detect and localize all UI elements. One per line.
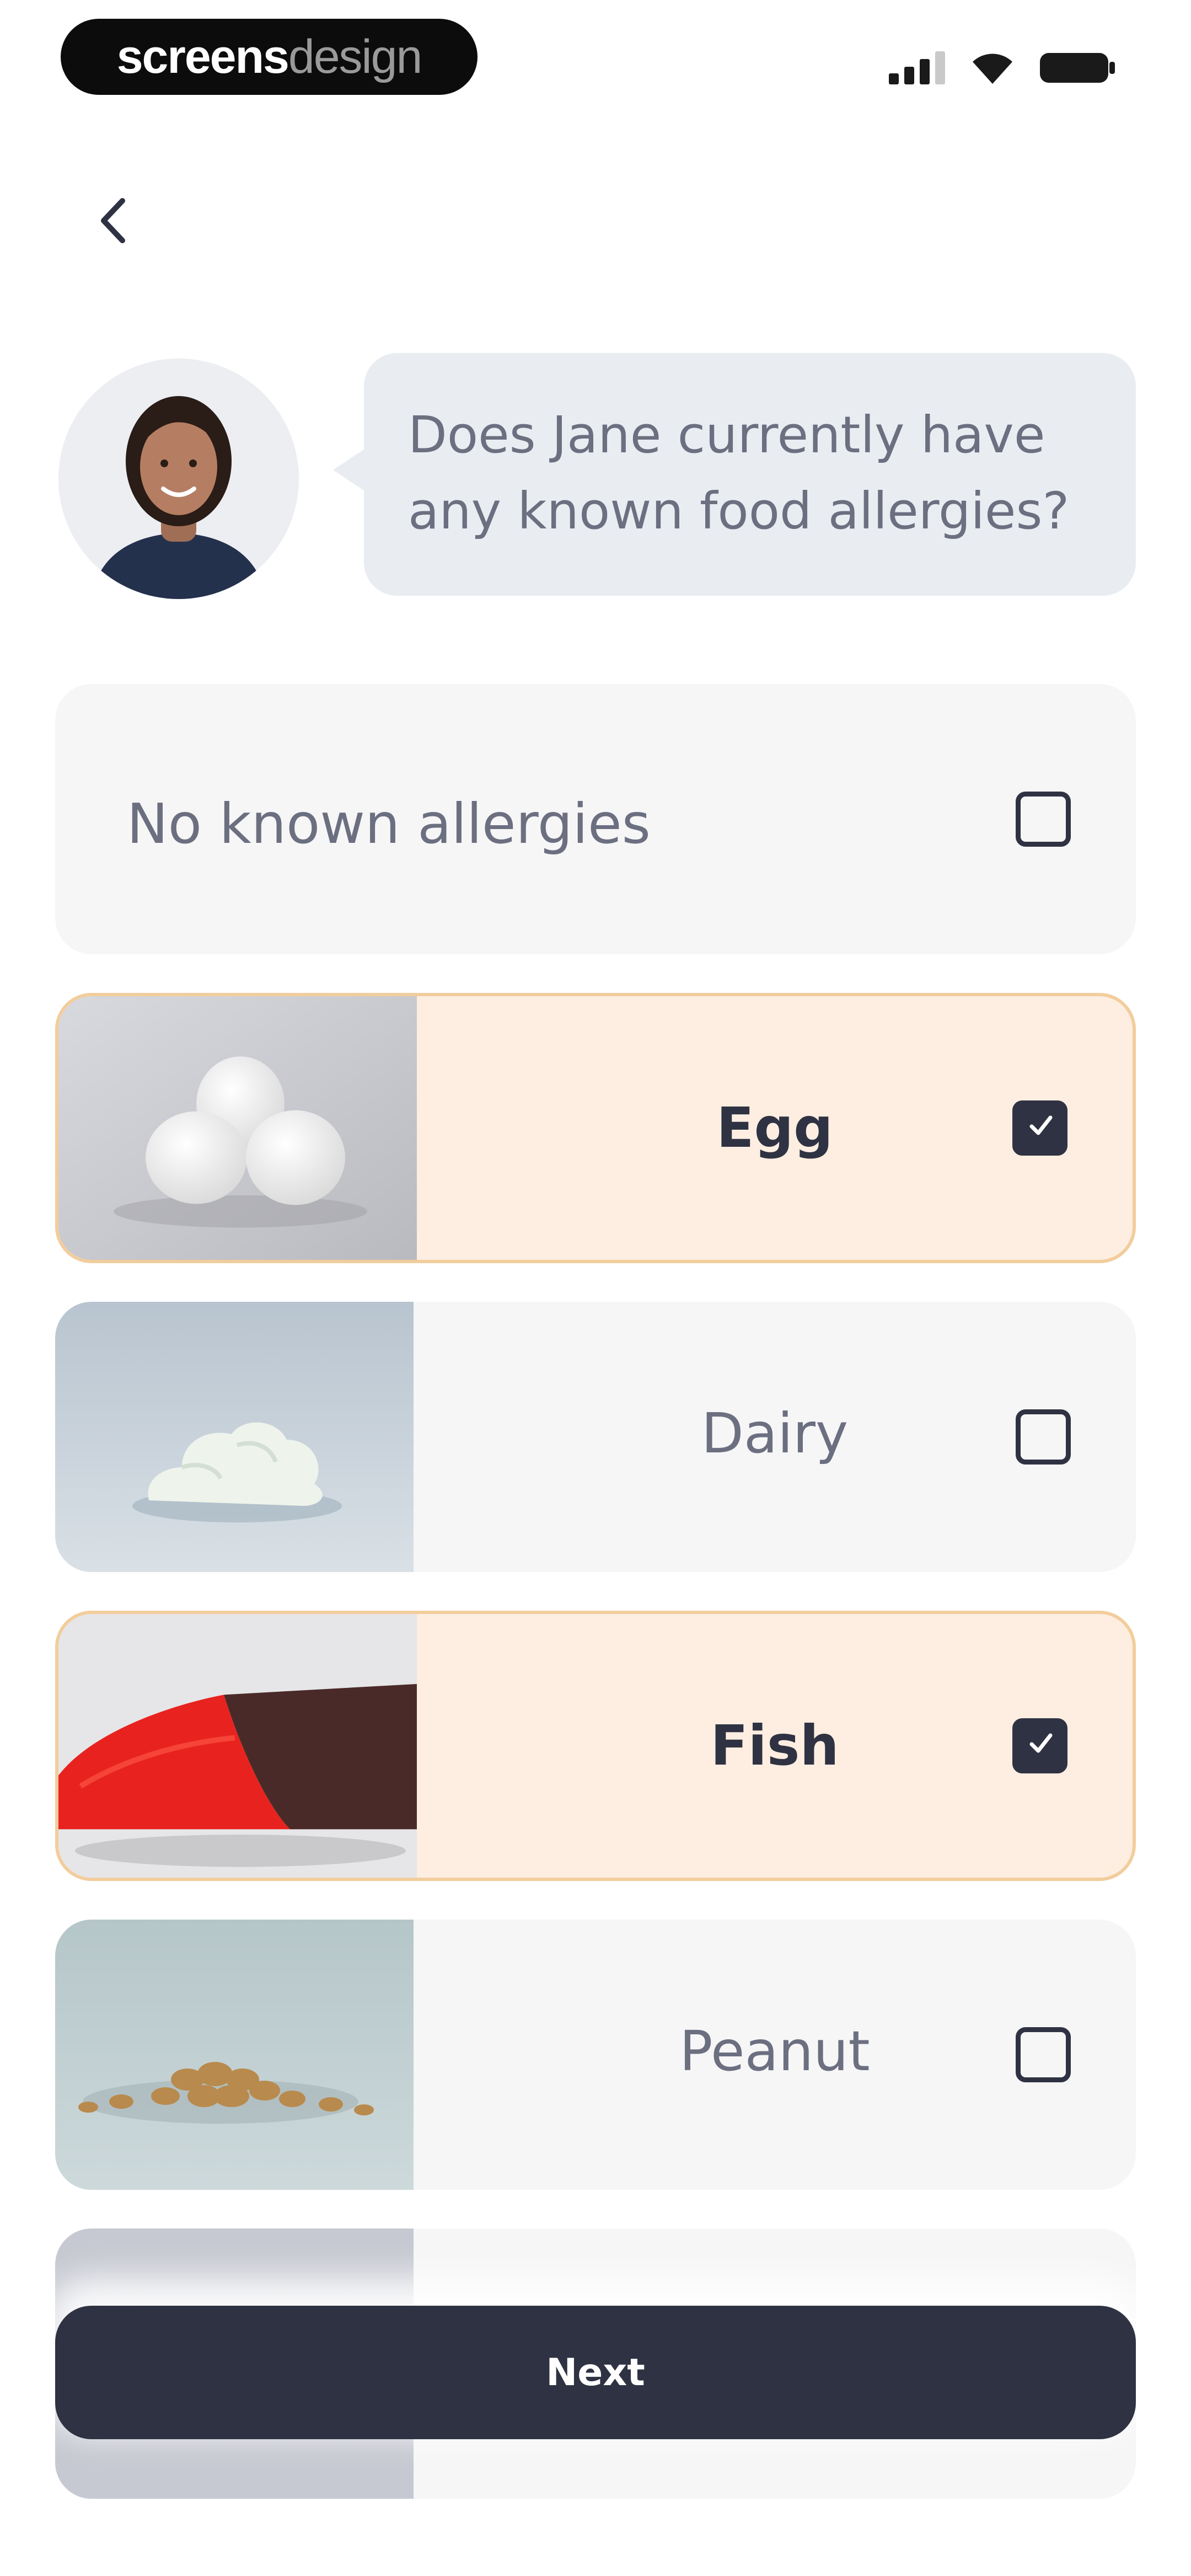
wifi-icon xyxy=(970,51,1015,87)
brand-logo: screens design xyxy=(61,19,478,95)
whipped-cream-photo xyxy=(55,1302,414,1572)
salmon-photo xyxy=(58,1614,417,1878)
question-bubble: Does Jane currently have any known food … xyxy=(364,353,1136,596)
check-icon xyxy=(1029,1733,1053,1753)
option-peanut[interactable]: Peanut xyxy=(55,1920,1136,2190)
status-icons xyxy=(889,51,1116,87)
option-egg[interactable]: Egg xyxy=(55,993,1136,1263)
option-label: No known allergies xyxy=(127,792,651,856)
checkbox-peanut[interactable] xyxy=(1016,2027,1071,2082)
checkbox-egg[interactable] xyxy=(1012,1100,1067,1156)
back-button[interactable] xyxy=(83,188,143,254)
peanuts-photo xyxy=(55,1920,414,2190)
checkbox-dairy[interactable] xyxy=(1016,1409,1071,1465)
option-dairy[interactable]: Dairy xyxy=(55,1302,1136,1572)
next-button[interactable]: Next xyxy=(55,2306,1136,2439)
check-icon xyxy=(1029,1115,1053,1135)
signal-icon xyxy=(889,51,946,87)
option-fish[interactable]: Fish xyxy=(55,1611,1136,1881)
chevron-left-icon xyxy=(101,198,125,243)
avatar xyxy=(58,359,299,599)
speech-bubble-tail xyxy=(333,448,366,492)
option-no-known-allergies[interactable]: No known allergies xyxy=(55,684,1136,954)
eggs-photo xyxy=(58,996,417,1260)
brand-logo-part2: design xyxy=(288,30,422,83)
question-text: Does Jane currently have any known food … xyxy=(408,405,1070,541)
checkbox-no-known-allergies[interactable] xyxy=(1016,792,1071,847)
status-bar: screens design xyxy=(0,0,1191,110)
checkbox-fish[interactable] xyxy=(1012,1718,1067,1773)
battery-icon xyxy=(1039,51,1116,87)
brand-logo-part1: screens xyxy=(116,30,289,83)
